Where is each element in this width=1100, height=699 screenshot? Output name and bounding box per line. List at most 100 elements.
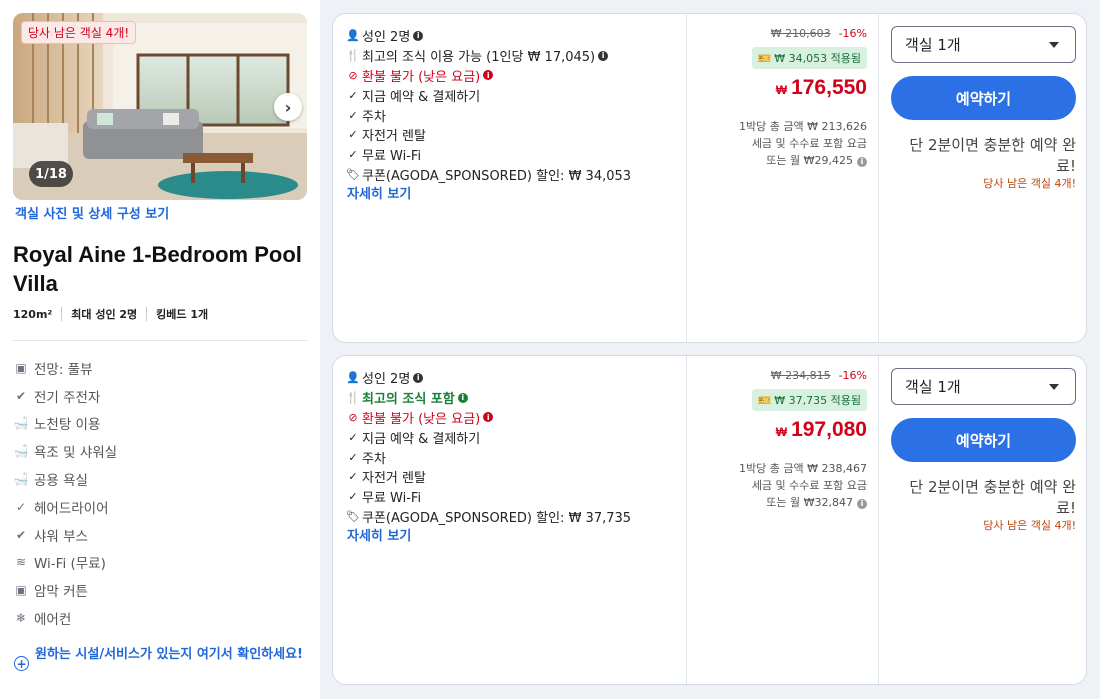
benefit-item: ✓ 지금 예약 & 결제하기 — [346, 427, 676, 447]
benefit-item: ✓ 무료 Wi-Fi — [346, 145, 676, 165]
plus-circle-icon: + — [14, 656, 29, 671]
benefit-item: 🏷 쿠폰(AGODA_SPONSORED) 할인: ₩ 34,053 — [346, 167, 632, 184]
details-link[interactable]: 자세히 보기 — [347, 525, 411, 544]
benefit-item: ✓ 자전거 렌탈 — [346, 125, 676, 145]
benefit-item: 🍴 최고의 조식 포함 i — [346, 388, 676, 408]
original-price-row: ₩ 234,815 -16% — [771, 369, 867, 382]
details-link[interactable]: 자세히 보기 — [347, 183, 411, 202]
rooms-left-text: 당사 남은 객실 4개! — [983, 177, 1076, 190]
next-photo-button[interactable]: › — [274, 93, 302, 121]
coupon-applied-badge: 🎫 ₩ 34,053 적용됨 — [751, 47, 867, 69]
bed-type: 킹베드 1개 — [156, 308, 209, 321]
rate-offer-card: 👤 성인 2명 i 🍴 최고의 조식 포함 i ⊘ 환불 불가 (낮은 요금) i ✓ 지금 … — [332, 355, 1087, 685]
room-photo[interactable]: 당사 남은 객실 4개! › 1/18 — [13, 13, 307, 200]
info-icon[interactable]: i — [483, 70, 494, 81]
spec-divider — [61, 307, 63, 321]
rooms-left-text: 당사 남은 객실 4개! — [983, 519, 1076, 532]
info-icon[interactable]: i — [413, 372, 424, 383]
price: ₩197,080 — [776, 418, 867, 442]
benefit-item: 👤 성인 2명 i — [346, 368, 676, 388]
original-price-row: ₩ 210,603 -16% — [771, 27, 867, 40]
monthly-payment: 또는 월 ₩29,425 i — [739, 152, 867, 169]
wifi-icon: ≋ — [15, 555, 27, 570]
room-count-select[interactable]: 객실 1개 — [891, 26, 1076, 63]
info-icon[interactable]: i — [857, 156, 867, 167]
info-icon[interactable]: i — [598, 50, 609, 61]
amenity-item: ≋ Wi-Fi (무료) — [15, 555, 106, 573]
total-per-night: 1박당 총 금액 ₩ 238,467 — [739, 462, 867, 475]
benefits-list: 👤 성인 2명 i 🍴 최고의 조식 포함 i ⊘ 환불 불가 (낮은 요금) i ✓ 지금 … — [346, 368, 676, 526]
check-circle-icon: ✔ — [15, 527, 27, 542]
price-amount: 176,550 — [791, 76, 867, 99]
currency-symbol: ₩ — [775, 83, 788, 97]
room-size: 120m² — [13, 307, 53, 321]
check-icon: ✓ — [348, 88, 358, 102]
cutlery-icon: 🍴 — [346, 391, 360, 405]
amenity-item: 🛁 욕조 및 샤워실 — [13, 444, 118, 462]
amenity-item: ❄ 에어컨 — [15, 611, 72, 629]
max-occupancy: 최대 성인 2명 — [71, 308, 138, 321]
check-icon: ✓ — [348, 108, 358, 122]
benefit-item: ✓ 무료 Wi-Fi — [346, 487, 676, 507]
room-specs: 120m² 최대 성인 2명 킹베드 1개 — [13, 306, 208, 322]
room-info-panel: 당사 남은 객실 4개! › 1/18 객실 사진 및 상세 구성 보기 Roy… — [0, 0, 320, 699]
check-icon: ✓ — [348, 148, 358, 162]
caret-down-icon — [1049, 384, 1059, 390]
caret-down-icon — [1049, 42, 1059, 48]
check-icon: ✓ — [348, 430, 358, 444]
tax-note: 세금 및 수수료 포함 요금 — [751, 479, 867, 492]
info-icon[interactable]: i — [857, 498, 867, 509]
check-circle-icon: ✔ — [15, 388, 27, 403]
divider — [878, 14, 879, 342]
info-icon[interactable]: i — [457, 392, 468, 403]
benefits-list: 👤 성인 2명 i 🍴 최고의 조식 이용 가능 (1인당 ₩ 17,045) i ⊘ 환… — [346, 26, 676, 184]
photo-counter: 1/18 — [29, 161, 73, 187]
bathtub-icon: 🛁 — [13, 472, 29, 487]
check-icon: ✓ — [348, 490, 358, 504]
benefit-item: ✓ 주차 — [346, 105, 676, 125]
original-price: ₩ 234,815 — [770, 369, 831, 382]
amenities-list: ▣ 전망: 풀뷰 ✔ 전기 주전자 🛁 노천탕 이용 🛁 욕조 및 샤워실 🛁 공용 욕실… — [13, 354, 118, 632]
person-icon: 👤 — [346, 29, 360, 43]
no-icon: ⊘ — [348, 410, 358, 424]
person-icon: 👤 — [346, 371, 360, 385]
amenity-item: ▣ 전망: 풀뷰 — [15, 360, 93, 378]
price: ₩176,550 — [776, 76, 867, 100]
amenity-item: ✓ 헤어드라이어 — [15, 499, 109, 517]
benefit-item: ✓ 자전거 렌탈 — [346, 467, 676, 487]
divider — [13, 340, 307, 341]
check-icon: ✓ — [15, 499, 27, 514]
currency-symbol: ₩ — [775, 425, 788, 439]
amenity-item: 🛁 노천탕 이용 — [13, 416, 101, 434]
availability-badge: 당사 남은 객실 4개! — [21, 21, 137, 44]
tax-note: 세금 및 수수료 포함 요금 — [751, 137, 867, 150]
benefit-item: ✓ 지금 예약 & 결제하기 — [346, 85, 676, 105]
ticket-icon: 🎫 — [757, 52, 772, 65]
no-icon: ⊘ — [348, 68, 358, 82]
blackout-icon: ▣ — [15, 583, 27, 598]
price-note: 1박당 총 금액 ₩ 238,467 세금 및 수수료 포함 요금 또는 월 ₩… — [739, 460, 867, 511]
facility-inquiry-link[interactable]: + 원하는 시설/서비스가 있는지 여기서 확인하세요! — [14, 646, 304, 671]
room-count-select[interactable]: 객실 1개 — [891, 368, 1076, 405]
benefit-item: 🏷 쿠폰(AGODA_SPONSORED) 할인: ₩ 37,735 — [346, 509, 632, 526]
benefit-item: ✓ 주차 — [346, 447, 676, 467]
discount-percent: -16% — [838, 369, 867, 382]
divider — [686, 356, 687, 684]
book-button[interactable]: 예약하기 — [891, 76, 1076, 120]
check-icon: ✓ — [348, 470, 358, 484]
tag-icon: 🏷 — [346, 509, 360, 523]
snowflake-icon: ❄ — [15, 611, 27, 626]
tag-icon: 🏷 — [346, 167, 360, 181]
quick-booking-note: 단 2분이면 충분한 예약 완료! — [909, 478, 1076, 517]
benefit-item: 👤 성인 2명 i — [346, 26, 676, 46]
book-button[interactable]: 예약하기 — [891, 418, 1076, 462]
spec-divider — [146, 307, 148, 321]
view-photos-link[interactable]: 객실 사진 및 상세 구성 보기 — [15, 203, 169, 222]
total-per-night: 1박당 총 금액 ₩ 213,626 — [739, 120, 867, 133]
amenity-item: ▣ 암막 커튼 — [15, 583, 88, 601]
info-icon[interactable]: i — [483, 412, 494, 423]
info-icon[interactable]: i — [413, 30, 424, 41]
ticket-icon: 🎫 — [757, 394, 772, 407]
discount-percent: -16% — [838, 27, 867, 40]
benefit-item: 🍴 최고의 조식 이용 가능 (1인당 ₩ 17,045) i — [346, 46, 676, 66]
